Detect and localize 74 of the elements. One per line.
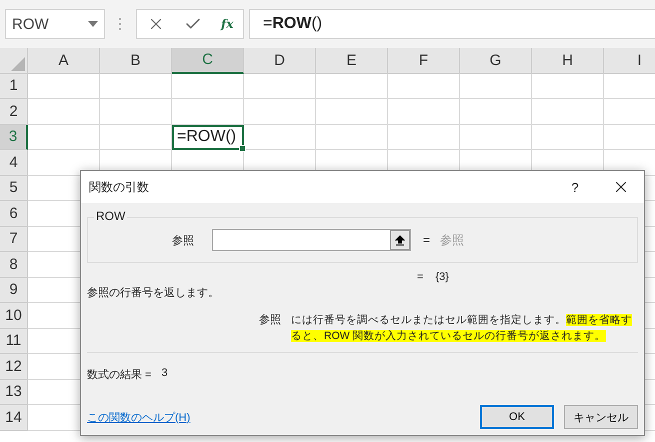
- column-header[interactable]: C: [172, 48, 244, 74]
- column-header[interactable]: F: [388, 48, 460, 74]
- row-header[interactable]: 9: [0, 278, 28, 303]
- row-header[interactable]: 4: [0, 150, 28, 176]
- grid-cell[interactable]: [100, 124, 172, 150]
- grid-cell[interactable]: [28, 99, 100, 124]
- row-header[interactable]: 10: [0, 303, 28, 328]
- column-header[interactable]: I: [604, 48, 655, 74]
- grid-cell[interactable]: [532, 99, 604, 124]
- column-header[interactable]: B: [100, 48, 172, 74]
- argument-help-label: 参照: [259, 313, 281, 328]
- row-header[interactable]: 11: [0, 328, 28, 354]
- equals-sign: =: [417, 271, 424, 283]
- row-header[interactable]: 12: [0, 354, 28, 380]
- name-box-value: ROW: [12, 16, 49, 32]
- formula-result-value: 3: [161, 367, 168, 381]
- grid-cell[interactable]: [28, 74, 100, 99]
- select-all-corner[interactable]: [0, 48, 28, 74]
- row-header[interactable]: 13: [0, 380, 28, 405]
- grid-cell[interactable]: [316, 74, 388, 99]
- column-header[interactable]: D: [244, 48, 316, 74]
- function-description: 参照の行番号を返します。: [87, 286, 220, 300]
- grid-cell[interactable]: [316, 99, 388, 124]
- column-header[interactable]: E: [316, 48, 388, 74]
- row-header[interactable]: 1: [0, 74, 28, 99]
- argument-preview: 参照: [440, 232, 464, 248]
- formula-result-label: 数式の結果 =: [87, 368, 152, 382]
- grid-cell[interactable]: [460, 99, 532, 124]
- row-header[interactable]: 7: [0, 226, 28, 252]
- argument-field[interactable]: [212, 229, 411, 251]
- grid-cell[interactable]: [100, 99, 172, 124]
- grid-cell[interactable]: [244, 74, 316, 99]
- upload-arrow-icon: [395, 234, 405, 246]
- row-header[interactable]: 8: [0, 252, 28, 278]
- dialog-title: 関数の引数: [89, 178, 150, 196]
- row-header[interactable]: 3: [0, 124, 28, 150]
- function-result-preview: {3}: [435, 271, 449, 283]
- grid-cell[interactable]: [28, 124, 100, 150]
- help-button[interactable]: ?: [552, 171, 598, 203]
- grid-cell[interactable]: [460, 124, 532, 150]
- grid-cell[interactable]: [244, 99, 316, 124]
- caret-icon[interactable]: [88, 21, 98, 27]
- equals-sign: =: [423, 233, 430, 247]
- grid-cell[interactable]: [316, 124, 388, 150]
- triangle-icon: [11, 56, 25, 70]
- argument-help-text: には行番号を調べるセルまたはセル範囲を指定します。範囲を省略すると、ROW 関数が入力されているセルの行番号が返されます。: [291, 313, 633, 344]
- row-header[interactable]: 14: [0, 405, 28, 430]
- grid-cell[interactable]: [388, 124, 460, 150]
- grid-cell[interactable]: [388, 74, 460, 99]
- name-box[interactable]: ROW: [5, 9, 105, 39]
- grid-cell[interactable]: [172, 74, 244, 99]
- column-header[interactable]: A: [28, 48, 100, 74]
- grid-cell[interactable]: [172, 99, 244, 124]
- help-link[interactable]: この関数のヘルプ(H): [87, 410, 470, 424]
- dialog-button[interactable]: キャンセル: [564, 405, 638, 429]
- argument-label: 参照: [172, 234, 195, 248]
- insert-function-button[interactable]: fx: [221, 17, 234, 31]
- column-header[interactable]: H: [532, 48, 604, 74]
- grid-cell[interactable]: [244, 124, 316, 150]
- active-cell[interactable]: =ROW(): [172, 124, 244, 150]
- grid-cell[interactable]: [100, 74, 172, 99]
- grid-cell[interactable]: [388, 99, 460, 124]
- grid-cell[interactable]: [532, 74, 604, 99]
- grid-cell[interactable]: [460, 74, 532, 99]
- grip-icon: [118, 17, 122, 31]
- grid-cell[interactable]: [532, 124, 604, 150]
- row-header[interactable]: 6: [0, 201, 28, 226]
- column-header[interactable]: G: [460, 48, 532, 74]
- dialog-button[interactable]: OK: [480, 405, 554, 429]
- formula-field[interactable]: =ROW(): [249, 9, 655, 39]
- collapse-dialog-button[interactable]: [390, 230, 410, 250]
- function-name: ROW: [94, 209, 128, 223]
- row-header[interactable]: 5: [0, 176, 28, 201]
- row-header[interactable]: 2: [0, 99, 28, 124]
